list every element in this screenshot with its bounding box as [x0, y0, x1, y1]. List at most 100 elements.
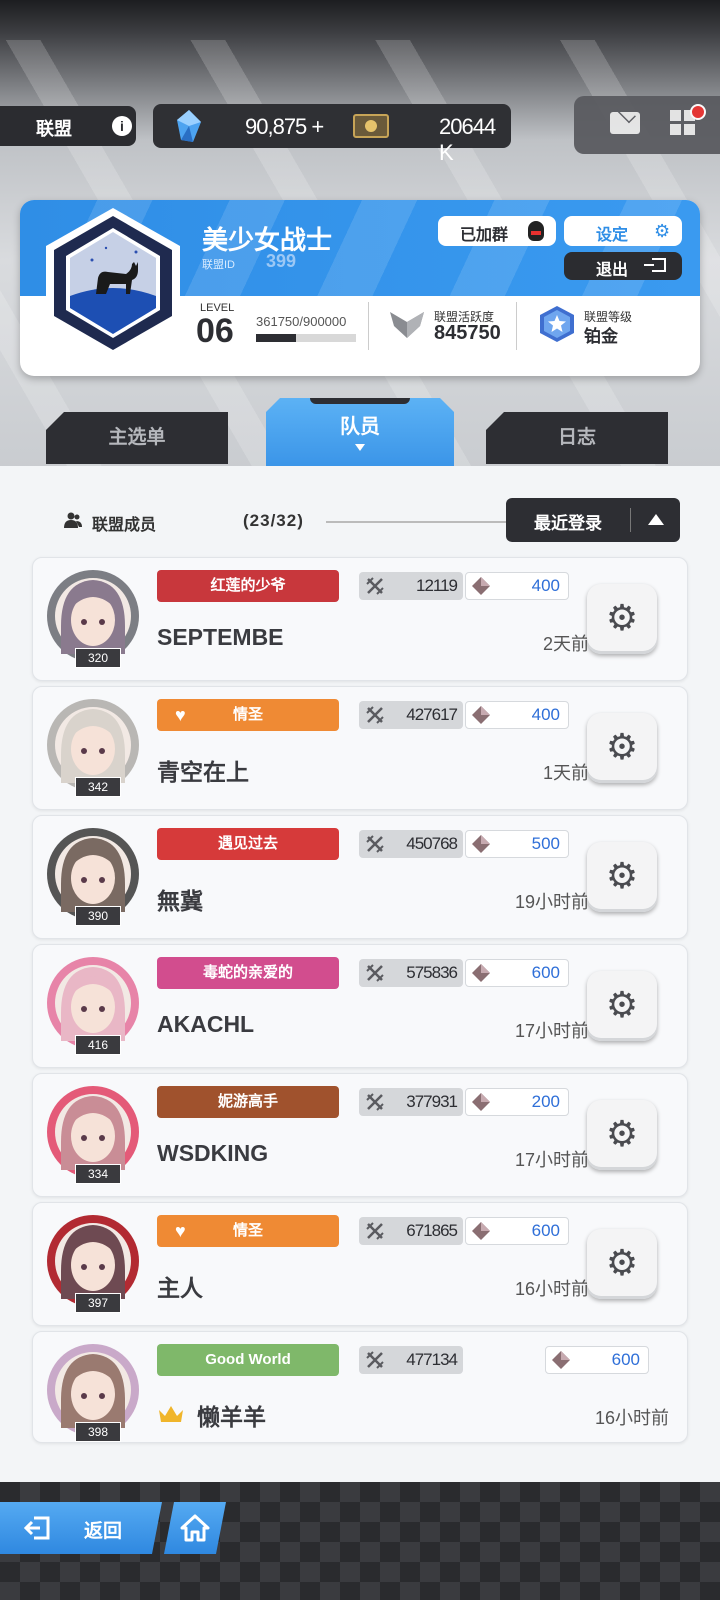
diamond-icon [472, 1093, 490, 1111]
notification-dot [690, 104, 706, 120]
member-contribution: 400 [531, 576, 560, 595]
sword-icon [366, 1351, 384, 1369]
member-settings-button[interactable]: ⚙ [587, 971, 657, 1041]
member-title: 情圣 [232, 706, 263, 723]
back-button[interactable]: 返回 [0, 1502, 162, 1554]
member-power: 427617 [406, 705, 458, 724]
member-contribution: 200 [531, 1092, 560, 1111]
settings-button[interactable]: 设定 ⚙ [564, 216, 682, 246]
header-divider [326, 521, 508, 523]
settings-label: 设定 [596, 227, 629, 244]
sort-label: 最近登录 [534, 514, 602, 533]
diamond-icon [472, 964, 490, 982]
member-contribution: 600 [611, 1350, 640, 1369]
divider [368, 302, 369, 350]
guild-card: 美少女战士 联盟ID 399 已加群 设定 ⚙ 退出 LEVEL 06 3617… [20, 200, 700, 376]
rank-value: 铂金 [584, 327, 618, 346]
member-name: 青空在上 [157, 759, 249, 785]
member-contribution: 600 [531, 1221, 560, 1240]
heart-icon: ♥ [175, 705, 186, 725]
divider [516, 302, 517, 350]
member-contribution-box: 500 [465, 830, 569, 858]
gems-count: 90,875 + [245, 114, 324, 140]
member-row[interactable]: 390 遇见过去 450768 500 無冀 19小时前 ⚙ [32, 815, 688, 939]
member-title: 毒蛇的亲爱的 [202, 964, 293, 981]
gems-value: 90,875 [245, 114, 307, 139]
gear-icon: ⚙ [605, 597, 639, 638]
member-last-login: 16小时前 [514, 1279, 589, 1299]
member-contribution: 400 [531, 705, 560, 724]
member-title-badge: 妮游高手 [157, 1086, 339, 1118]
member-power-box: 671865 [359, 1217, 463, 1245]
info-icon[interactable]: i [112, 116, 132, 136]
sort-arrow-icon[interactable] [648, 514, 664, 525]
member-power: 12119 [415, 576, 458, 595]
member-row[interactable]: 320 红莲的少爷 12119 400 SEPTEMBE 2天前 ⚙ [32, 557, 688, 681]
tab-log[interactable]: 日志 [486, 412, 668, 464]
member-title-badge: 毒蛇的亲爱的 [157, 957, 339, 989]
top-right-menu [574, 96, 720, 154]
tab-members[interactable]: 队员 [266, 398, 454, 466]
member-contribution: 600 [531, 963, 560, 982]
members-icon [64, 512, 82, 528]
member-power: 575836 [406, 963, 458, 982]
member-name: AKACHL [157, 1011, 255, 1037]
member-title-badge: 红莲的少爷 [157, 570, 339, 602]
member-last-login: 17小时前 [514, 1021, 589, 1041]
gear-icon: ⚙ [605, 1113, 639, 1154]
back-icon [24, 1516, 50, 1540]
home-button[interactable] [164, 1502, 226, 1554]
member-level-badge: 397 [75, 1293, 121, 1313]
guild-tag-label: 联盟 [36, 119, 72, 139]
member-row[interactable]: 416 毒蛇的亲爱的 575836 600 AKACHL 17小时前 ⚙ [32, 944, 688, 1068]
member-power: 450768 [406, 834, 458, 853]
member-title-badge: Good World [157, 1344, 339, 1376]
member-row[interactable]: 397 ♥ 情圣 671865 600 主人 16小时前 ⚙ [32, 1202, 688, 1326]
tab-main[interactable]: 主选单 [46, 412, 228, 464]
member-level-badge: 398 [75, 1422, 121, 1442]
member-title: Good World [205, 1351, 291, 1368]
crown-icon [159, 1406, 183, 1422]
member-row[interactable]: 334 妮游高手 377931 200 WSDKING 17小时前 ⚙ [32, 1073, 688, 1197]
diamond-icon [552, 1351, 570, 1369]
exp-progress-bar [256, 334, 356, 342]
members-count: (23/32) [243, 511, 304, 530]
tab-active-arrow [355, 444, 365, 451]
members-label: 联盟成员 [92, 517, 157, 534]
mail-icon[interactable] [610, 112, 640, 134]
member-settings-button[interactable]: ⚙ [587, 1100, 657, 1170]
member-contribution-box: 400 [465, 701, 569, 729]
member-row[interactable]: 398 Good World 477134 600 懒羊羊 16小时前 [32, 1331, 688, 1443]
member-settings-button[interactable]: ⚙ [587, 584, 657, 654]
member-power: 377931 [406, 1092, 458, 1111]
joined-group-button[interactable]: 已加群 [438, 216, 556, 246]
exit-guild-button[interactable]: 退出 [564, 252, 682, 280]
member-power-box: 427617 [359, 701, 463, 729]
home-icon [180, 1514, 210, 1542]
tab-notch [310, 398, 410, 404]
sword-icon [366, 1222, 384, 1240]
member-settings-button[interactable]: ⚙ [587, 713, 657, 783]
member-row[interactable]: 342 ♥ 情圣 427617 400 青空在上 1天前 ⚙ [32, 686, 688, 810]
exp-text: 361750/900000 [256, 314, 347, 329]
member-power-box: 12119 [359, 572, 463, 600]
activity-value: 845750 [434, 322, 501, 344]
guild-id: 399 [266, 251, 297, 271]
member-contribution-box: 400 [465, 572, 569, 600]
tab-members-label: 队员 [340, 416, 380, 438]
member-power-box: 450768 [359, 830, 463, 858]
heart-icon: ♥ [175, 1221, 186, 1241]
member-contribution-box: 200 [465, 1088, 569, 1116]
member-settings-button[interactable]: ⚙ [587, 1229, 657, 1299]
guild-level: 06 [196, 312, 234, 350]
buy-gems-plus[interactable]: + [311, 114, 324, 139]
guild-tag: 联盟 i [0, 106, 136, 146]
member-name: 懒羊羊 [197, 1404, 266, 1430]
member-last-login: 2天前 [542, 634, 589, 654]
gear-icon: ⚙ [605, 984, 639, 1025]
diamond-icon [472, 577, 490, 595]
member-title: 妮游高手 [217, 1093, 278, 1110]
gear-icon: ⚙ [605, 1242, 639, 1283]
member-settings-button[interactable]: ⚙ [587, 842, 657, 912]
sort-dropdown[interactable]: 最近登录 [506, 498, 680, 542]
